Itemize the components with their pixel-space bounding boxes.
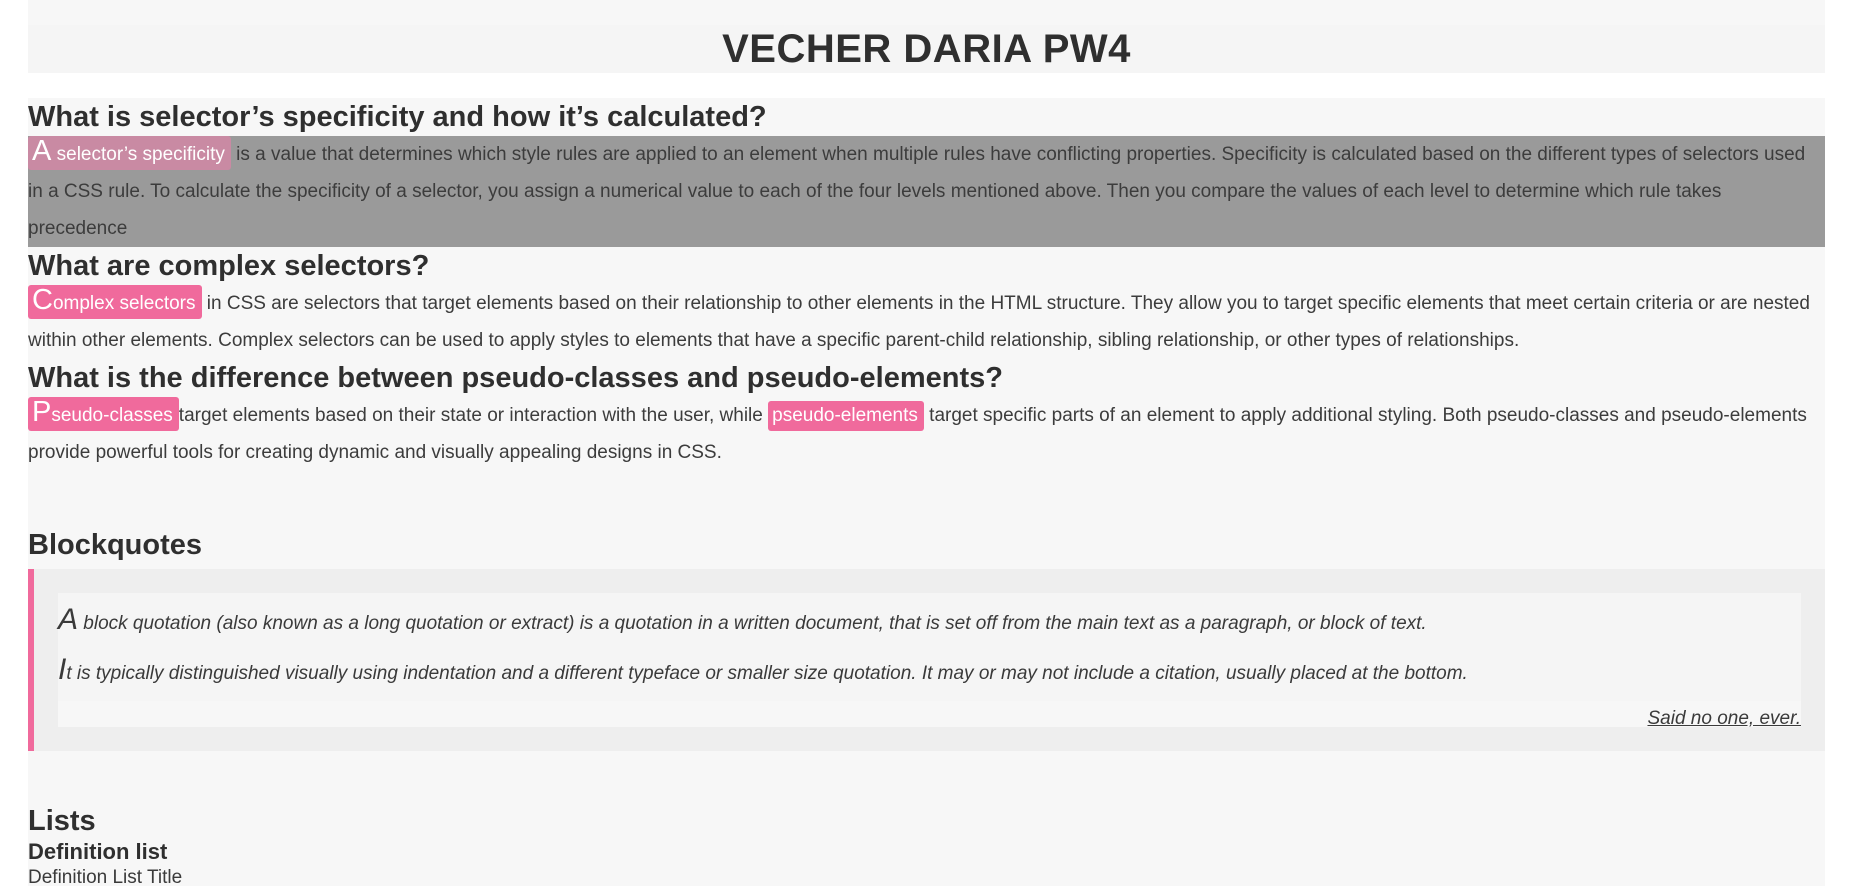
- blockquote: A block quotation (also known as a long …: [28, 569, 1825, 751]
- lists-heading: Lists: [28, 805, 96, 837]
- content: VECHER DARIA PW4 What is selector’s spec…: [28, 0, 1825, 891]
- blockquote-text: t is typically distinguished visually us…: [66, 663, 1468, 684]
- blockquote-text: block quotation (also known as a long qu…: [78, 613, 1427, 634]
- answer-text: in CSS are selectors that target element…: [28, 293, 1810, 351]
- drop-cap: C: [32, 284, 53, 316]
- definition-list-title: Definition List Title: [28, 867, 183, 888]
- term-badge: Pseudo-classes: [28, 397, 179, 431]
- term-badge-2: pseudo-elements: [768, 401, 924, 431]
- term-badge: A selector’s specificity: [28, 136, 231, 170]
- citation-link[interactable]: Said no one, ever.: [1647, 708, 1801, 729]
- page: VECHER DARIA PW4 What is selector’s spec…: [0, 0, 1853, 888]
- definition-list-heading: Definition list: [28, 839, 168, 864]
- term-badge: Complex selectors: [28, 285, 202, 319]
- drop-cap: A: [32, 135, 52, 167]
- blockquote-line: It is typically distinguished visually u…: [58, 647, 1801, 697]
- blockquote-citation-row: Said no one, ever.: [58, 701, 1801, 729]
- term-label: selector’s specificity: [51, 144, 225, 165]
- question-specificity: What is selector’s specificity and how i…: [28, 101, 767, 133]
- drop-cap: A: [58, 603, 79, 636]
- blockquote-line: A block quotation (also known as a long …: [58, 597, 1801, 647]
- blockquotes-heading: Blockquotes: [28, 529, 203, 561]
- question-complex-selectors: What are complex selectors?: [28, 250, 430, 282]
- blockquote-body: A block quotation (also known as a long …: [58, 593, 1801, 701]
- term-label: seudo-classes: [51, 405, 173, 426]
- term-label: omplex selectors: [52, 293, 196, 314]
- divider: [28, 73, 1825, 98]
- question-pseudo: What is the difference between pseudo-cl…: [28, 362, 1003, 394]
- answer-complex-selectors: Complex selectors in CSS are selectors t…: [28, 285, 1825, 359]
- page-header: VECHER DARIA PW4: [28, 25, 1825, 73]
- answer-text: target elements based on their state or …: [178, 405, 769, 426]
- page-title: VECHER DARIA PW4: [722, 26, 1131, 71]
- drop-cap: P: [32, 396, 52, 428]
- answer-text: is a value that determines which style r…: [28, 144, 1806, 239]
- answer-pseudo: Pseudo-classes target elements based on t…: [28, 397, 1825, 471]
- answer-specificity: A selector’s specificity is a value that…: [28, 136, 1825, 247]
